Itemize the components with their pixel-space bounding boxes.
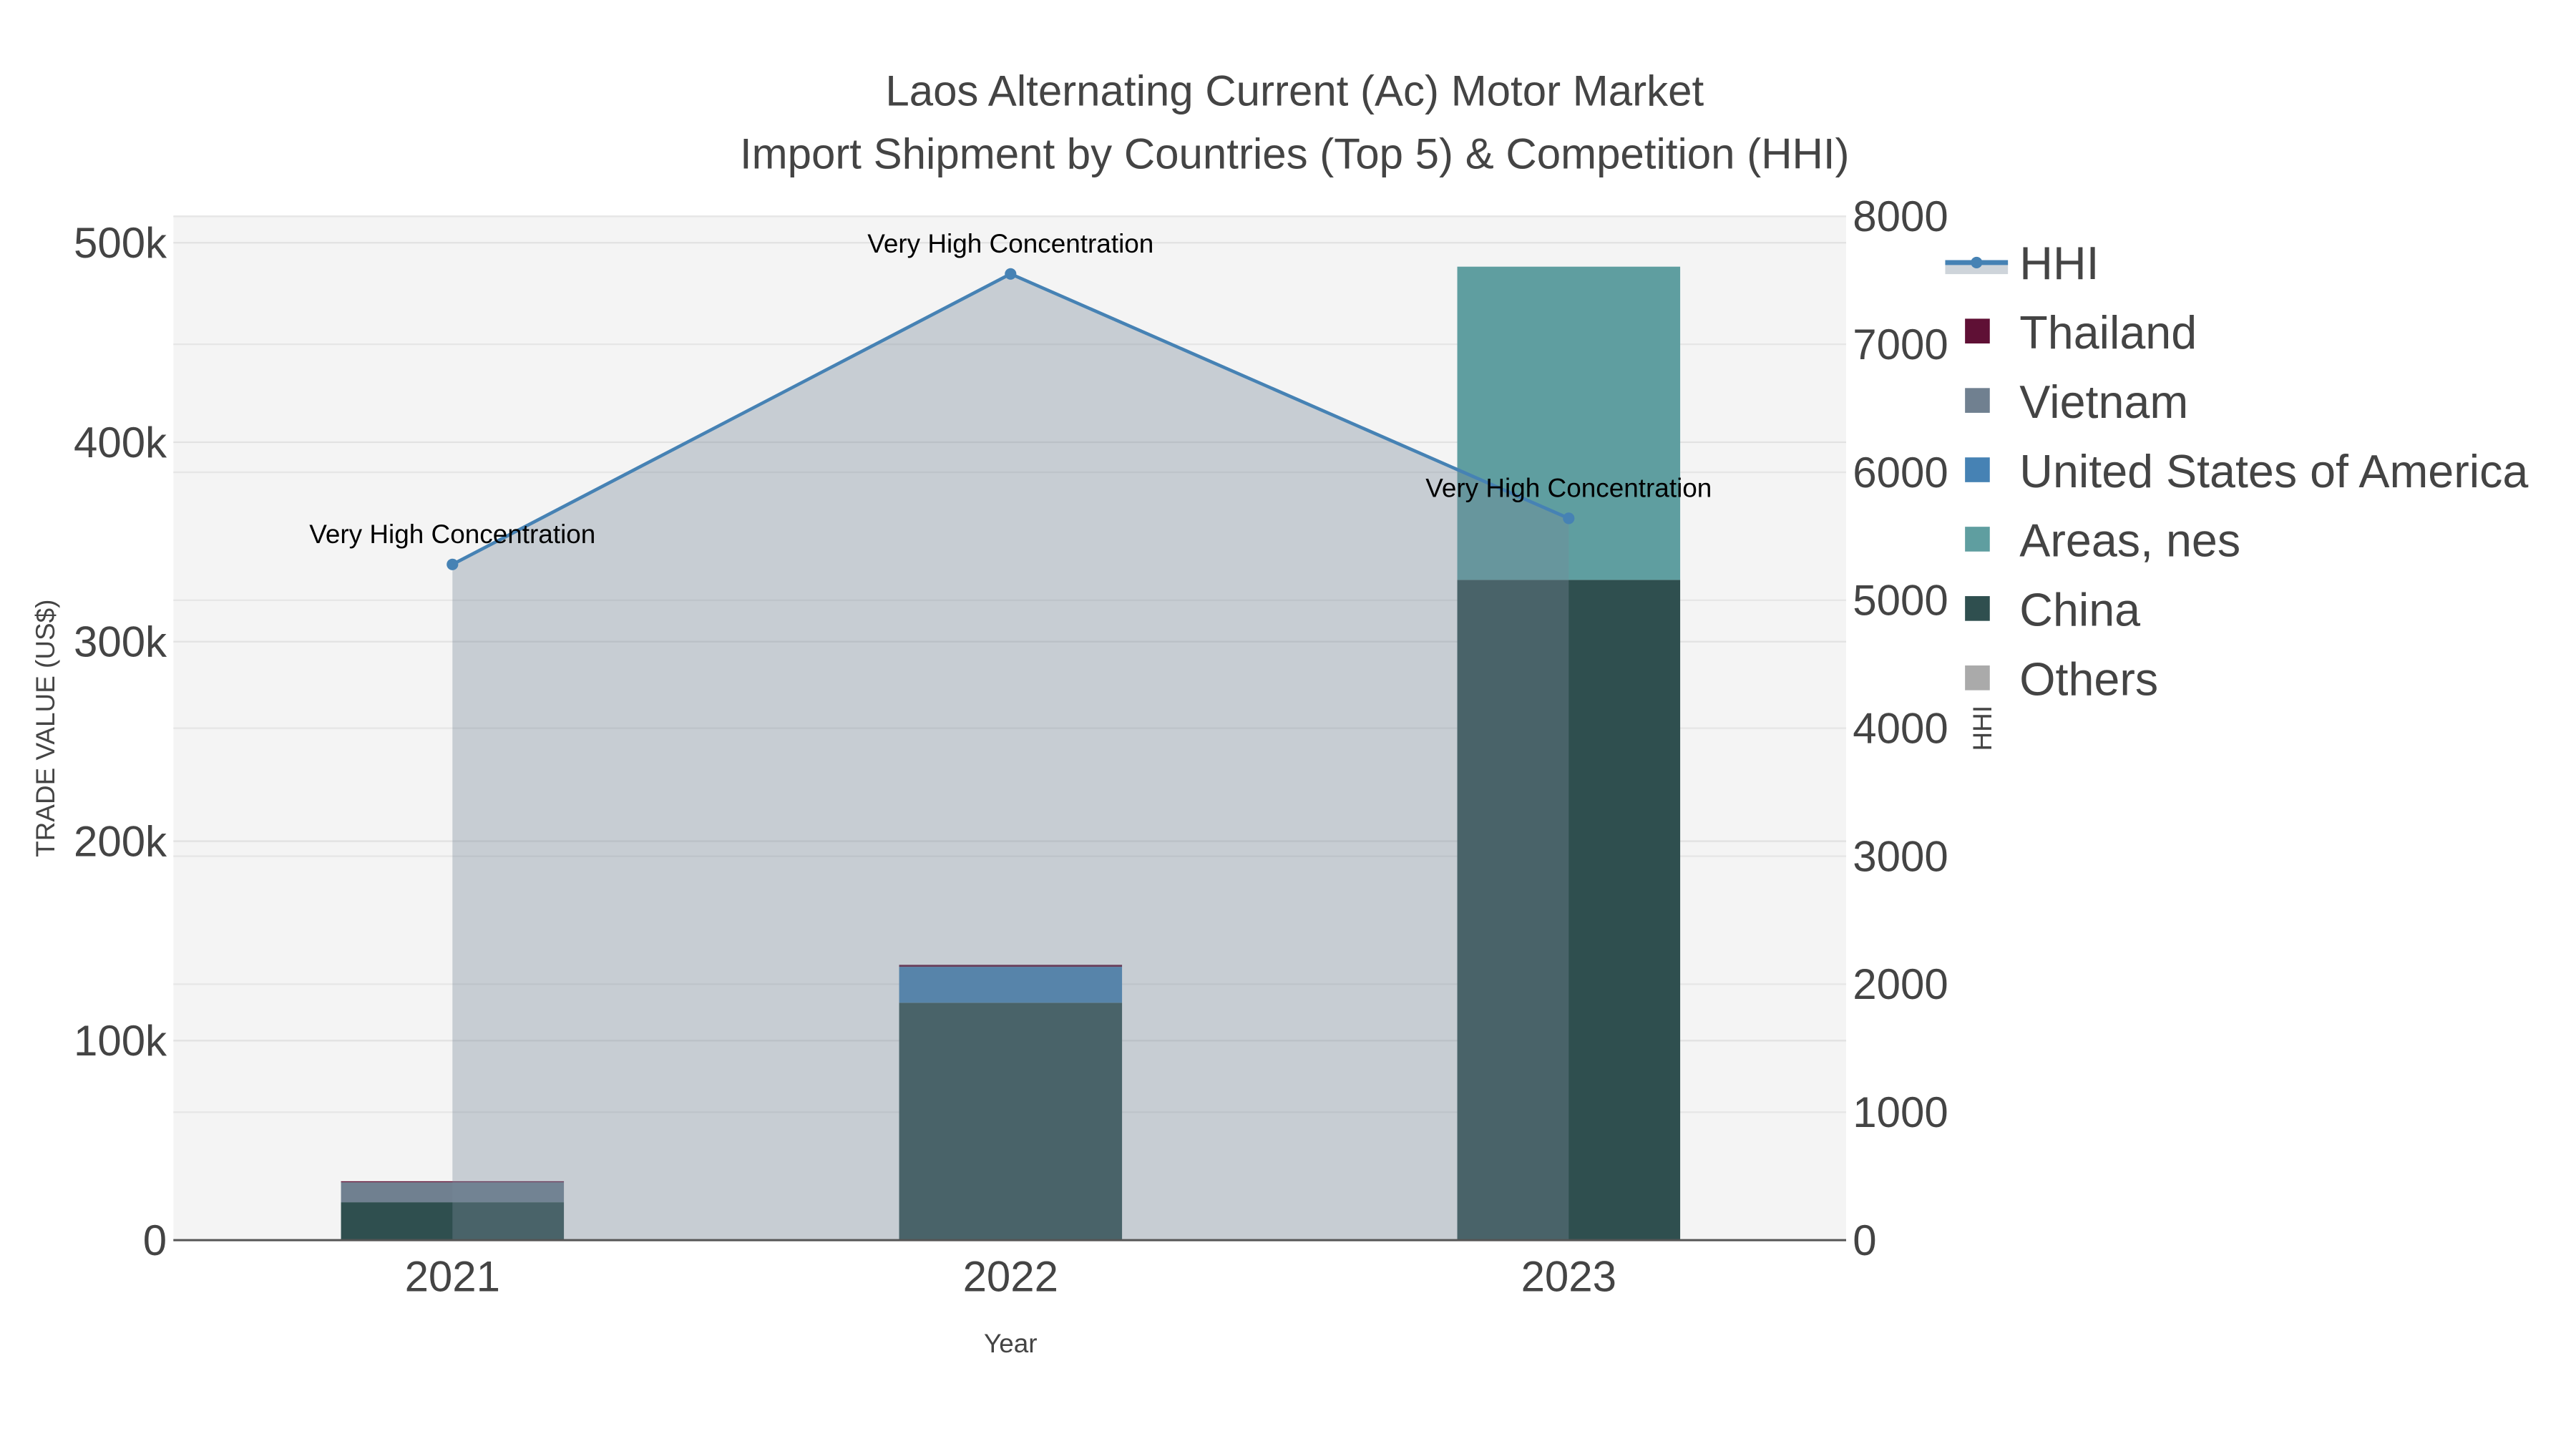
y2-tick-label: 4000: [1853, 704, 1948, 752]
chart: Very High Concentration Very High Concent…: [31, 67, 2528, 1358]
legend-label: Areas, nes: [2019, 515, 2240, 567]
legend-swatch: [1965, 318, 1990, 343]
legend: HHI Thailand Vietnam United States of Ameri…: [1945, 238, 2528, 706]
legend-swatch: [1965, 527, 1990, 552]
hhi-point-2022: [1005, 268, 1017, 280]
y-tick-label: 400k: [74, 419, 167, 467]
y-axis-title: TRADE VALUE (US$): [31, 600, 60, 857]
legend-label: China: [2019, 585, 2140, 636]
legend-label: Others: [2019, 654, 2158, 706]
y2-tick-label: 8000: [1853, 192, 1948, 240]
x-axis-title: Year: [984, 1329, 1038, 1358]
y-tick-label: 500k: [74, 219, 167, 267]
legend-item-others[interactable]: Others: [1965, 654, 2158, 706]
chart-subtitle: Import Shipment by Countries (Top 5) & C…: [740, 130, 1850, 177]
x-axis-ticks: 2021 2022 2023: [405, 1253, 1616, 1301]
y-tick-label: 100k: [74, 1017, 167, 1065]
y2-tick-label: 3000: [1853, 832, 1948, 880]
legend-item-vietnam[interactable]: Vietnam: [1965, 376, 2188, 428]
y-tick-label: 300k: [74, 618, 167, 666]
legend-item-china[interactable]: China: [1965, 585, 2140, 636]
y2-tick-label: 2000: [1853, 960, 1948, 1008]
y2-tick-label: 6000: [1853, 449, 1948, 497]
y-axis-ticks: 0 100k 200k 300k 400k 500k: [74, 219, 167, 1264]
x-tick-label: 2022: [963, 1253, 1058, 1301]
legend-item-thailand[interactable]: Thailand: [1965, 307, 2197, 358]
y2-tick-label: 0: [1853, 1216, 1876, 1264]
y2-tick-label: 1000: [1853, 1088, 1948, 1136]
legend-item-hhi[interactable]: HHI: [1945, 238, 2099, 289]
legend-label: Vietnam: [2019, 376, 2188, 428]
y-tick-label: 200k: [74, 817, 167, 865]
legend-swatch: [1965, 388, 1990, 413]
legend-label: Thailand: [2019, 307, 2197, 358]
y2-tick-label: 5000: [1853, 577, 1948, 625]
legend-swatch: [1965, 596, 1990, 621]
legend-item-areas-nes[interactable]: Areas, nes: [1965, 515, 2240, 567]
hhi-annotation: Very High Concentration: [867, 229, 1153, 258]
y2-axis-title: HHI: [1968, 706, 1997, 751]
chart-title: Laos Alternating Current (Ac) Motor Mark…: [885, 67, 1704, 115]
y2-axis-ticks: 0 1000 2000 3000 4000 5000 6000 7000 8000: [1853, 192, 1948, 1264]
legend-item-united-states-of-america[interactable]: United States of America: [1965, 446, 2528, 497]
y2-tick-label: 7000: [1853, 321, 1948, 369]
legend-swatch: [1965, 665, 1990, 691]
hhi-annotation: Very High Concentration: [1425, 473, 1712, 502]
x-tick-label: 2021: [405, 1253, 500, 1301]
hhi-annotation: Very High Concentration: [309, 519, 595, 549]
x-tick-label: 2023: [1521, 1253, 1616, 1301]
hhi-point-2021: [447, 558, 459, 570]
hhi-point-2023: [1563, 512, 1575, 525]
legend-hhi-marker: [1971, 256, 1983, 268]
y-tick-label: 0: [143, 1216, 167, 1264]
legend-label: United States of America: [2019, 446, 2528, 497]
legend-swatch: [1965, 457, 1990, 482]
legend-label: HHI: [2019, 238, 2099, 289]
